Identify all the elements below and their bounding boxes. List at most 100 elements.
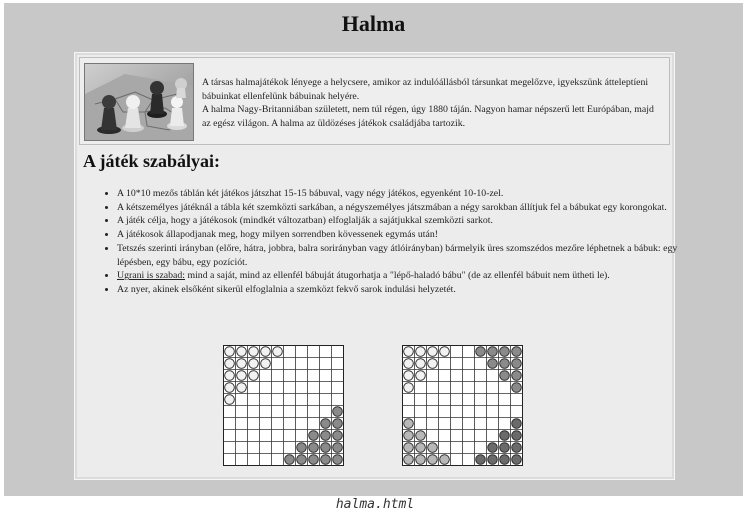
page-caption: halma.html bbox=[335, 497, 415, 512]
halma-piece-lightgray bbox=[427, 454, 438, 465]
halma-piece-white bbox=[272, 346, 283, 357]
halma-piece-white bbox=[236, 382, 247, 393]
intro-paragraph: A társas halmajátékok lényege a helycser… bbox=[202, 77, 649, 102]
halma-piece-lightgray bbox=[403, 430, 414, 441]
page-title: Halma bbox=[341, 11, 406, 36]
halma-piece-dark bbox=[511, 418, 522, 429]
halma-piece-white bbox=[415, 358, 426, 369]
two-player-board bbox=[223, 345, 344, 466]
halma-piece-white bbox=[427, 358, 438, 369]
halma-piece-white bbox=[439, 346, 450, 357]
halma-piece-gray bbox=[499, 370, 510, 381]
halma-piece-white bbox=[248, 370, 259, 381]
halma-piece-gray bbox=[332, 406, 343, 417]
halma-piece-gray bbox=[320, 454, 331, 465]
halma-piece-white bbox=[415, 370, 426, 381]
rules-list: A 10*10 mezős táblán két játékos játszha… bbox=[103, 187, 683, 297]
halma-piece-white bbox=[427, 346, 438, 357]
rule-text: A játék célja, hogy a játékosok (mindkét… bbox=[117, 215, 493, 227]
halma-piece-white bbox=[236, 358, 247, 369]
halma-piece-gray bbox=[284, 454, 295, 465]
board-grid bbox=[223, 345, 344, 466]
halma-piece-white bbox=[224, 382, 235, 393]
halma-piece-white bbox=[415, 346, 426, 357]
halma-piece-lightgray bbox=[427, 442, 438, 453]
halma-piece-lightgray bbox=[403, 442, 414, 453]
rule-item: Az nyer, akinek elsőként sikerül elfogla… bbox=[117, 283, 683, 297]
halma-piece-white bbox=[236, 346, 247, 357]
browser-viewport: Halma A társas halmajátékok lényege a he… bbox=[4, 3, 743, 496]
halma-piece-white bbox=[260, 346, 271, 357]
halma-piece-gray bbox=[308, 454, 319, 465]
halma-piece-lightgray bbox=[415, 454, 426, 465]
halma-piece-gray bbox=[320, 418, 331, 429]
halma-piece-gray bbox=[511, 358, 522, 369]
rules-heading: A játék szabályai: bbox=[83, 151, 220, 171]
halma-piece-gray bbox=[332, 430, 343, 441]
halma-piece-dark bbox=[511, 442, 522, 453]
halma-piece-dark bbox=[499, 442, 510, 453]
halma-piece-gray bbox=[296, 454, 307, 465]
intro-paragraph: A halma Nagy-Britanniában született, nem… bbox=[202, 104, 654, 129]
content-panel: A társas halmajátékok lényege a helycser… bbox=[74, 52, 677, 480]
halma-piece-white bbox=[403, 382, 414, 393]
halma-piece-lightgray bbox=[415, 430, 426, 441]
halma-piece-dark bbox=[475, 454, 486, 465]
rule-item: Tetszés szerinti irányban (előre, hátra,… bbox=[117, 242, 683, 269]
rule-text: A játékosok állapodjanak meg, hogy milye… bbox=[117, 229, 439, 241]
rule-item: A kétszemélyes játéknál a tábla két szem… bbox=[117, 201, 683, 215]
rule-text: A kétszemélyes játéknál a tábla két szem… bbox=[117, 201, 667, 213]
halma-piece-white bbox=[224, 346, 235, 357]
halma-piece-white bbox=[403, 370, 414, 381]
halma-piece-white bbox=[248, 358, 259, 369]
halma-piece-gray bbox=[320, 430, 331, 441]
halma-piece-gray bbox=[296, 442, 307, 453]
halma-piece-lightgray bbox=[439, 454, 450, 465]
board-grid bbox=[402, 345, 523, 466]
halma-piece-gray bbox=[487, 346, 498, 357]
halma-piece-dark bbox=[499, 430, 510, 441]
halma-piece-dark bbox=[487, 454, 498, 465]
halma-piece-gray bbox=[332, 454, 343, 465]
rule-item: A 10*10 mezős táblán két játékos játszha… bbox=[117, 187, 683, 201]
halma-piece-white bbox=[224, 358, 235, 369]
halma-piece-white bbox=[248, 346, 259, 357]
rule-text: mind a saját, mind az ellenfél bábuját á… bbox=[185, 270, 610, 282]
halma-piece-white bbox=[224, 394, 235, 405]
rule-item: A játék célja, hogy a játékosok (mindkét… bbox=[117, 214, 683, 228]
halma-piece-gray bbox=[475, 346, 486, 357]
intro-text: A társas halmajátékok lényege a helycser… bbox=[202, 76, 664, 130]
halma-piece-gray bbox=[332, 442, 343, 453]
halma-piece-dark bbox=[499, 454, 510, 465]
halma-piece-gray bbox=[499, 358, 510, 369]
halma-piece-gray bbox=[308, 442, 319, 453]
halma-piece-gray bbox=[487, 358, 498, 369]
rule-item: A játékosok állapodjanak meg, hogy milye… bbox=[117, 228, 683, 242]
halma-piece-gray bbox=[511, 346, 522, 357]
four-player-board bbox=[402, 345, 523, 466]
halma-piece-dark bbox=[511, 454, 522, 465]
halma-piece-white bbox=[236, 370, 247, 381]
halma-pieces-photo bbox=[84, 63, 194, 141]
halma-piece-dark bbox=[511, 430, 522, 441]
halma-piece-white bbox=[403, 346, 414, 357]
halma-piece-lightgray bbox=[415, 442, 426, 453]
halma-piece-white bbox=[403, 358, 414, 369]
intro-box: A társas halmajátékok lényege a helycser… bbox=[79, 57, 670, 145]
halma-piece-dark bbox=[487, 442, 498, 453]
rule-item: Ugrani is szabad: mind a saját, mind az … bbox=[117, 269, 683, 283]
halma-piece-lightgray bbox=[403, 418, 414, 429]
rule-text: Az nyer, akinek elsőként sikerül elfogla… bbox=[117, 283, 456, 295]
halma-piece-gray bbox=[308, 430, 319, 441]
halma-piece-gray bbox=[499, 346, 510, 357]
halma-piece-white bbox=[260, 358, 271, 369]
halma-piece-lightgray bbox=[403, 454, 414, 465]
halma-piece-gray bbox=[511, 382, 522, 393]
jump-rule-link[interactable]: Ugrani is szabad: bbox=[117, 270, 185, 281]
halma-piece-gray bbox=[332, 418, 343, 429]
halma-piece-gray bbox=[320, 442, 331, 453]
rule-text: A 10*10 mezős táblán két játékos játszha… bbox=[117, 188, 504, 199]
rule-text: Tetszés szerinti irányban (előre, hátra,… bbox=[117, 242, 678, 268]
halma-piece-gray bbox=[511, 370, 522, 381]
halma-piece-white bbox=[224, 370, 235, 381]
